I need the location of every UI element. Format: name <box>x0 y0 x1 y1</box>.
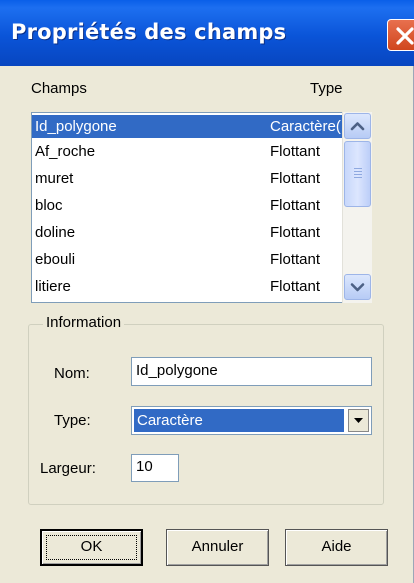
close-button[interactable] <box>387 19 414 51</box>
list-item[interactable]: ebouli Flottant <box>32 248 371 271</box>
nom-label: Nom: <box>54 365 90 382</box>
field-name: ebouli <box>35 251 76 268</box>
help-label: Aide <box>321 538 352 555</box>
chevron-up-icon <box>350 122 365 131</box>
title-bar: Propriétés des champs <box>0 0 414 66</box>
largeur-field[interactable]: 10 <box>131 454 179 482</box>
chevron-down-icon <box>354 418 363 423</box>
information-legend: Information <box>43 314 125 331</box>
grip-line <box>354 168 362 169</box>
cancel-label: Annuler <box>191 538 244 555</box>
ok-button[interactable]: OK <box>40 529 143 566</box>
grip-line <box>354 171 362 172</box>
field-name: Id_polygone <box>35 118 117 135</box>
grip-line <box>354 174 362 175</box>
type-selected-value: Caractère <box>134 409 344 432</box>
help-button[interactable]: Aide <box>285 529 388 566</box>
grip-line <box>354 177 362 178</box>
cancel-button[interactable]: Annuler <box>166 529 269 566</box>
list-item[interactable]: Af_roche Flottant <box>32 140 371 163</box>
list-item[interactable]: litiere Flottant <box>32 275 371 298</box>
nom-field[interactable]: Id_polygone <box>131 357 372 386</box>
column-header-type: Type <box>310 80 343 97</box>
list-item[interactable]: muret Flottant <box>32 167 371 190</box>
type-value: Caractère <box>137 412 203 429</box>
nom-value: Id_polygone <box>136 362 218 379</box>
column-header-champs: Champs <box>31 80 87 97</box>
field-name: litiere <box>35 278 71 295</box>
scroll-up-button[interactable] <box>344 113 371 139</box>
window-title: Propriétés des champs <box>11 20 287 44</box>
type-dropdown-button[interactable] <box>348 409 369 432</box>
scroll-thumb[interactable] <box>344 141 371 207</box>
largeur-value: 10 <box>136 458 153 475</box>
type-label: Type: <box>54 412 91 429</box>
list-item[interactable]: Id_polygone Caractère(10) <box>32 115 371 138</box>
field-name: bloc <box>35 197 63 214</box>
field-name: Af_roche <box>35 143 96 160</box>
focus-ring <box>46 535 137 560</box>
fields-list[interactable]: Id_polygone Caractère(10) Af_roche Flott… <box>31 112 372 303</box>
chevron-down-icon <box>350 283 365 292</box>
type-select[interactable]: Caractère <box>131 406 372 435</box>
close-icon <box>396 27 414 45</box>
largeur-label: Largeur: <box>40 460 96 477</box>
scroll-down-button[interactable] <box>344 274 371 300</box>
list-item[interactable]: doline Flottant <box>32 221 371 244</box>
field-name: doline <box>35 224 76 241</box>
list-scrollbar[interactable] <box>342 112 372 303</box>
list-item[interactable]: bloc Flottant <box>32 194 371 217</box>
field-name: muret <box>35 170 74 187</box>
